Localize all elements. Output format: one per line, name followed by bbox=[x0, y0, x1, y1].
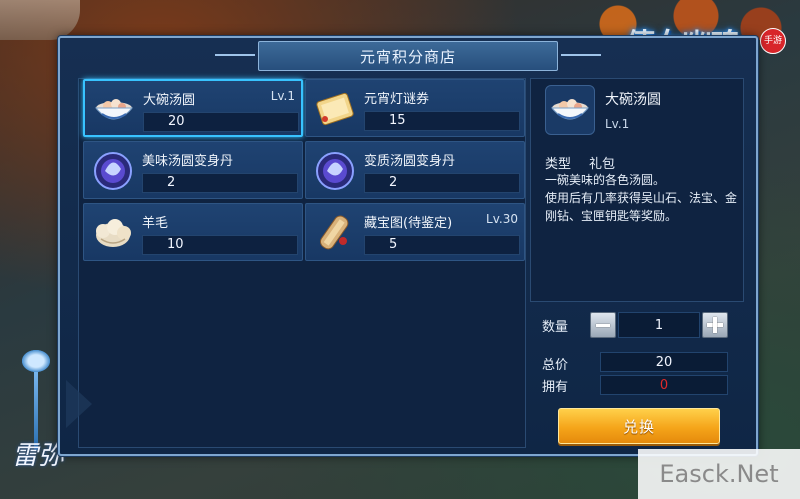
item-level: Lv.1 bbox=[270, 89, 295, 103]
shop-item-lantern-riddle-ticket[interactable]: 元宵灯谜券 15 bbox=[305, 79, 525, 137]
purchase-area: 数量 1 总价 20 拥有 0 兑换 bbox=[530, 302, 744, 452]
item-price: 20 bbox=[168, 114, 185, 129]
item-level: Lv.30 bbox=[486, 212, 518, 226]
item-price: 10 bbox=[167, 237, 184, 252]
owned-label: 拥有 bbox=[542, 380, 569, 395]
item-price-bar: 2 bbox=[364, 173, 520, 193]
detail-description: 一碗美味的各色汤圆。 使用后有几率获得吴山石、法宝、金刚钻、宝匣钥匙等奖励。 bbox=[545, 171, 739, 225]
quantity-field[interactable]: 1 bbox=[618, 312, 700, 338]
item-price-bar: 10 bbox=[142, 235, 298, 255]
ornament-flower-icon bbox=[22, 350, 50, 372]
minus-icon bbox=[596, 323, 610, 327]
transform-pill-icon bbox=[310, 146, 360, 196]
quantity-decrease-button[interactable] bbox=[590, 312, 616, 338]
item-price-bar: 5 bbox=[364, 235, 520, 255]
shop-panel: 元宵积分商店 大碗汤圆 Lv.1 20 元宵灯谜券 15 美味汤圆变身丹 2 变… bbox=[58, 36, 758, 456]
shop-item-treasure-map[interactable]: 藏宝图(待鉴定) Lv.30 5 bbox=[305, 203, 525, 261]
exchange-button[interactable]: 兑换 bbox=[558, 408, 720, 444]
item-price-bar: 2 bbox=[142, 173, 298, 193]
item-name: 羊毛 bbox=[142, 216, 169, 231]
title-plate: 元宵积分商店 bbox=[215, 41, 601, 71]
player-signature: 雷弥 bbox=[12, 441, 65, 471]
background-roof bbox=[0, 0, 80, 40]
item-grid: 大碗汤圆 Lv.1 20 元宵灯谜券 15 美味汤圆变身丹 2 变质汤圆变身丹 … bbox=[78, 78, 526, 448]
item-price: 2 bbox=[167, 175, 176, 190]
watermark: Easck.Net bbox=[638, 449, 800, 499]
plus-icon bbox=[713, 317, 717, 333]
detail-item-level: Lv.1 bbox=[605, 117, 630, 131]
wool-icon bbox=[88, 208, 138, 258]
rice-ball-bowl-icon bbox=[89, 85, 139, 135]
item-price-bar: 20 bbox=[143, 112, 299, 132]
panel-title: 元宵积分商店 bbox=[359, 47, 456, 66]
owned-value: 0 bbox=[600, 375, 728, 395]
game-logo-seal: 手游 bbox=[760, 28, 786, 54]
detail-type-value: 礼包 bbox=[589, 157, 616, 172]
detail-type-label: 类型 bbox=[545, 157, 572, 172]
transform-pill-icon bbox=[88, 146, 138, 196]
item-detail-panel: 大碗汤圆 Lv.1 类型 礼包 一碗美味的各色汤圆。 使用后有几率获得吴山石、法宝… bbox=[530, 78, 744, 302]
shop-item-big-rice-ball-bowl[interactable]: 大碗汤圆 Lv.1 20 bbox=[83, 79, 303, 137]
shop-item-tasty-transform-pill[interactable]: 美味汤圆变身丹 2 bbox=[83, 141, 303, 199]
item-price: 15 bbox=[389, 113, 406, 128]
total-price-value: 20 bbox=[600, 352, 728, 372]
item-name: 元宵灯谜券 bbox=[364, 92, 430, 107]
item-name: 美味汤圆变身丹 bbox=[142, 154, 234, 169]
rice-ball-bowl-icon bbox=[545, 85, 595, 135]
treasure-map-icon bbox=[310, 208, 360, 258]
detail-type-row: 类型 礼包 bbox=[545, 153, 615, 172]
total-price-label: 总价 bbox=[542, 358, 569, 373]
item-name: 藏宝图(待鉴定) bbox=[364, 216, 453, 231]
item-price: 2 bbox=[389, 175, 398, 190]
item-name: 大碗汤圆 bbox=[143, 93, 196, 108]
shop-item-spoiled-transform-pill[interactable]: 变质汤圆变身丹 2 bbox=[305, 141, 525, 199]
detail-description-line: 一碗美味的各色汤圆。 bbox=[545, 173, 666, 187]
detail-description-line: 使用后有几率获得吴山石、法宝、金刚钻、宝匣钥匙等奖励。 bbox=[545, 191, 738, 223]
quantity-increase-button[interactable] bbox=[702, 312, 728, 338]
quantity-label: 数量 bbox=[542, 320, 569, 335]
detail-item-name: 大碗汤圆 bbox=[605, 92, 661, 108]
item-price: 5 bbox=[389, 237, 398, 252]
item-price-bar: 15 bbox=[364, 111, 520, 131]
panel-header: 元宵积分商店 bbox=[60, 38, 756, 72]
item-name: 变质汤圆变身丹 bbox=[364, 154, 456, 169]
riddle-ticket-icon bbox=[310, 84, 360, 134]
shop-item-wool[interactable]: 羊毛 10 bbox=[83, 203, 303, 261]
left-arrow-icon[interactable] bbox=[66, 380, 92, 428]
